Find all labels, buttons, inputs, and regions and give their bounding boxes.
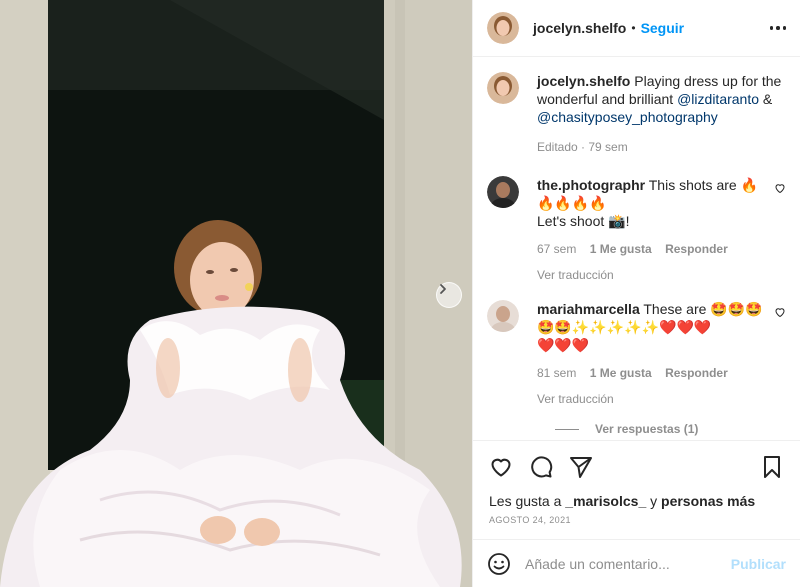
mention-link[interactable]: @chasityposey_photography [537,109,718,125]
comment: mariahmarcella These are 🤩🤩🤩 🤩🤩✨✨✨✨✨❤️❤️… [487,300,786,408]
likes-summary: Les gusta a _marisolcs_ y personas más [489,493,784,509]
commenter-avatar[interactable] [487,300,519,332]
comment-text: These are 🤩🤩🤩 [643,301,763,317]
paper-plane-icon[interactable] [569,455,593,479]
follow-button[interactable]: Seguir [641,20,685,36]
heart-icon[interactable] [489,455,513,479]
comments-list[interactable]: jocelyn.shelfo Playing dress up for the … [473,58,800,440]
caption-username[interactable]: jocelyn.shelfo [537,73,630,89]
others-link[interactable]: personas más [661,493,755,509]
comment-time[interactable]: 81 sem [537,366,576,380]
author-avatar[interactable] [487,72,519,104]
like-comment-heart-icon[interactable] [774,182,786,194]
publish-button[interactable]: Publicar [731,556,786,572]
comment-username[interactable]: the.photographr [537,177,645,193]
post-image [0,0,472,587]
post-side-panel: jocelyn.shelfo • Seguir jocelyn.shelfo P… [472,0,800,587]
caption-meta: Editado · 79 sem [537,140,628,154]
reply-button[interactable]: Responder [665,242,728,256]
next-image-button[interactable] [436,282,462,308]
action-icons [489,455,784,479]
comment-text: Let's shoot 📸! [537,213,630,229]
comment-meta: 81 sem 1 Me gusta Responder [537,364,774,382]
comment-input[interactable] [525,555,731,572]
likes-conjunction: y [650,493,658,509]
comment-likes[interactable]: 1 Me gusta [590,242,652,256]
commenter-avatar[interactable] [487,176,519,208]
caption-text: & [762,91,773,107]
liker-username[interactable]: _marisolcs_ [565,493,646,509]
post-photo[interactable] [0,0,472,587]
comment-text: This shots are 🔥 [648,177,758,193]
more-dots-icon[interactable] [769,26,786,30]
comment-text: 🔥🔥🔥🔥 [537,195,607,211]
comment-text: 🤩🤩✨✨✨✨✨❤️❤️❤️ [537,319,712,335]
smiley-icon[interactable] [487,552,511,576]
comment-username[interactable]: mariahmarcella [537,301,640,317]
comment-meta: 67 sem 1 Me gusta Responder [537,240,774,258]
comment-text: ❤️❤️❤️ [537,337,590,353]
comment-time[interactable]: 67 sem [537,242,576,256]
bookmark-icon[interactable] [760,455,784,479]
post-header: jocelyn.shelfo • Seguir [473,0,800,57]
translate-link[interactable]: Ver traducción [537,390,774,408]
like-comment-heart-icon[interactable] [774,306,786,318]
reply-button[interactable]: Responder [665,366,728,380]
view-replies-label: Ver respuestas (1) [595,422,699,436]
separator-dot: • [631,21,636,35]
mention-link[interactable]: @lizditaranto [677,91,759,107]
add-comment-bar: Publicar [473,539,800,587]
likes-prefix: Les gusta a [489,493,562,509]
comment: the.photographr This shots are 🔥 🔥🔥🔥🔥 Le… [487,176,786,284]
view-replies-button[interactable]: Ver respuestas (1) [555,422,786,436]
replies-divider [555,428,579,430]
comment-likes[interactable]: 1 Me gusta [590,366,652,380]
chevron-right-icon [440,284,446,294]
author-avatar[interactable] [487,12,519,44]
author-username[interactable]: jocelyn.shelfo [533,20,626,36]
caption: jocelyn.shelfo Playing dress up for the … [487,72,786,156]
post-date[interactable]: AGOSTO 24, 2021 [489,515,784,525]
comment-icon[interactable] [529,455,553,479]
translate-link[interactable]: Ver traducción [537,266,774,284]
post-actions: Les gusta a _marisolcs_ y personas más A… [473,440,800,525]
